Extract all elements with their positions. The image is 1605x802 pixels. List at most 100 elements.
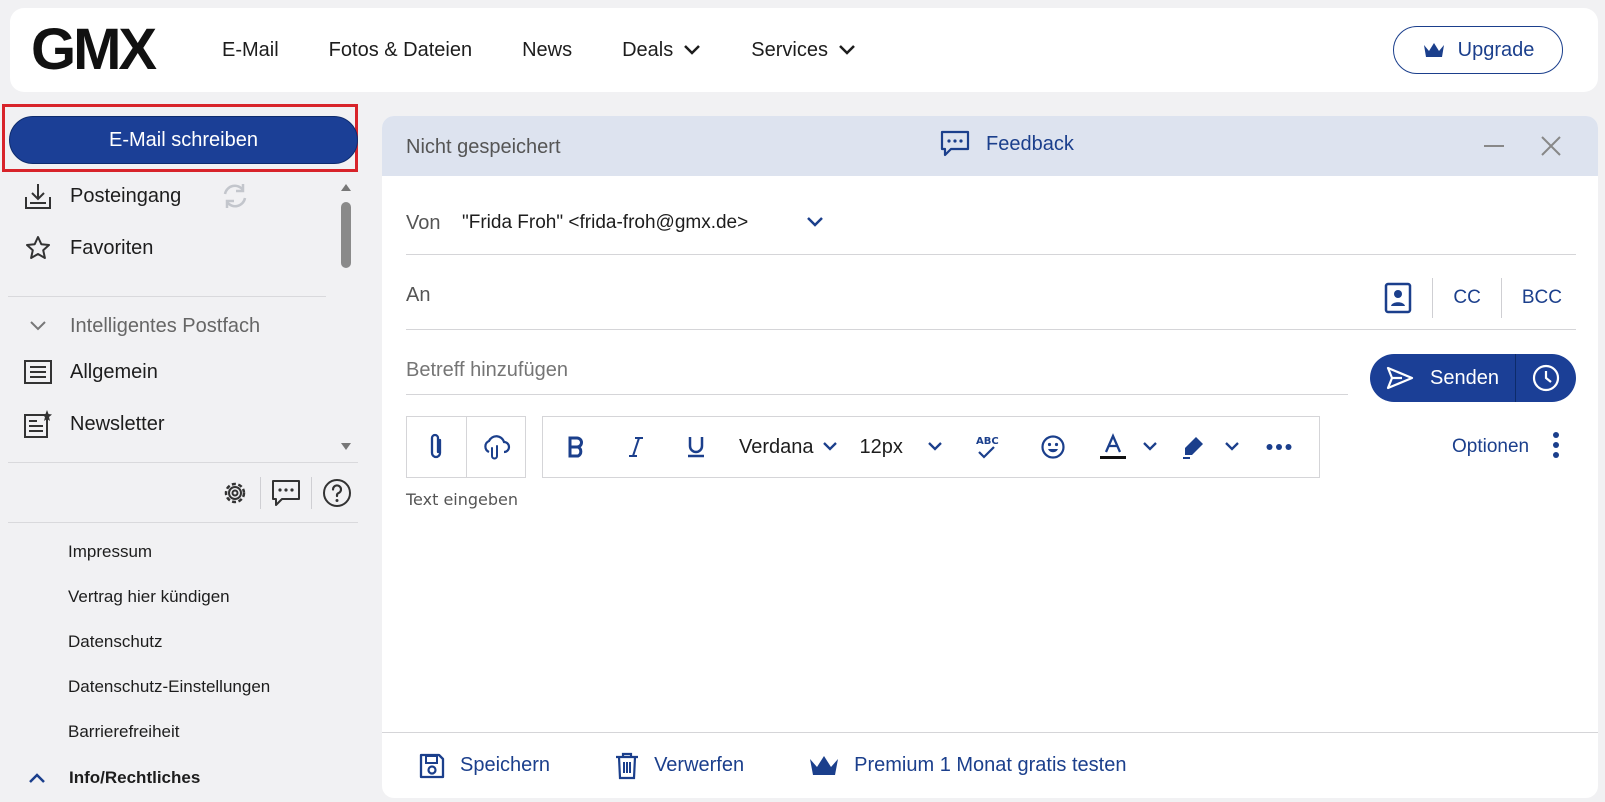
attachment-toolbar [406,416,526,478]
attach-file-button[interactable] [407,417,466,477]
text-color-icon [1099,433,1127,461]
refresh-icon[interactable] [219,182,251,210]
cc-button[interactable]: CC [1433,287,1500,309]
more-horizontal-icon [1266,443,1292,451]
close-button[interactable] [1537,132,1565,160]
smart-inbox-label: Intelligentes Postfach [70,314,261,337]
attach-cloud-button[interactable] [465,417,526,477]
folder-inbox[interactable]: Posteingang [22,180,251,212]
premium-trial-button[interactable]: Premium 1 Monat gratis testen [808,754,1126,778]
scroll-up-icon[interactable] [340,182,352,192]
text-color-dropdown[interactable] [1137,427,1163,467]
nav-email-label: E-Mail [222,38,279,61]
link-accessibility[interactable]: Barrierefreiheit [68,722,180,742]
emoji-button[interactable] [1033,427,1073,467]
chevron-down-icon [806,212,824,232]
nav-news[interactable]: News [522,39,572,62]
smart-inbox-toggle[interactable]: Intelligentes Postfach [22,310,260,342]
gmx-logo[interactable]: GMX [31,21,157,79]
minimize-icon [1482,134,1506,158]
compose-email-button[interactable]: E-Mail schreiben [9,116,358,164]
chevron-down-icon [683,44,701,56]
folder-list: Posteingang Favoriten Intelligentes Post… [0,176,370,460]
premium-trial-label: Premium 1 Monat gratis testen [854,754,1127,776]
highlight-color-button[interactable] [1173,427,1213,467]
nav-deals-label: Deals [622,38,674,61]
subject-input[interactable] [406,352,1326,388]
bold-icon [566,435,586,459]
upgrade-button[interactable]: Upgrade [1393,26,1563,74]
link-cancel-contract[interactable]: Vertrag hier kündigen [68,587,230,607]
top-navigation-bar: GMX E-Mail Fotos & Dateien News Deals Se… [10,8,1598,92]
highlight-color-dropdown[interactable] [1219,427,1245,467]
cloud-attach-icon [481,432,511,462]
italic-button[interactable] [617,427,655,467]
nav-photos-files[interactable]: Fotos & Dateien [329,39,472,62]
more-options-button[interactable] [1552,430,1560,460]
compose-window: Nicht gespeichert Feedback Von "Frida Fr… [382,116,1598,798]
folder-favorites[interactable]: Favoriten [22,232,153,264]
nav-deals[interactable]: Deals [622,39,701,62]
settings-button[interactable] [210,475,260,511]
save-draft-button[interactable]: Speichern [418,752,550,780]
underline-icon [685,434,707,460]
text-color-button[interactable] [1093,427,1133,467]
folder-inbox-label: Posteingang [70,184,182,207]
message-body-placeholder: Text eingeben [406,490,519,509]
compose-header: Nicht gespeichert Feedback [382,116,1598,176]
more-formatting-button[interactable] [1259,427,1299,467]
compose-email-label: E-Mail schreiben [109,128,258,151]
font-family-select[interactable]: Verdana [739,436,838,459]
chevron-down-icon [927,441,943,453]
feedback-button[interactable]: Feedback [940,130,1074,158]
bcc-button[interactable]: BCC [1502,287,1562,309]
field-divider [406,394,1348,395]
folder-general[interactable]: Allgemein [22,356,158,388]
font-size-select[interactable]: 12px [860,436,943,459]
sidebar-scrollbar[interactable] [338,182,354,454]
folder-newsletter[interactable]: Newsletter [22,408,164,440]
schedule-send-button[interactable] [1516,354,1576,402]
options-button[interactable]: Optionen [1452,436,1529,458]
link-privacy[interactable]: Datenschutz [68,632,163,652]
main-nav: E-Mail Fotos & Dateien News Deals Servic… [222,8,906,92]
from-dropdown[interactable] [806,212,824,232]
nav-email[interactable]: E-Mail [222,39,279,62]
underline-button[interactable] [677,427,715,467]
nav-services[interactable]: Services [751,39,856,62]
scrollbar-thumb[interactable] [341,202,351,268]
message-body[interactable]: Text eingeben [406,490,1576,710]
field-divider [406,329,1576,330]
link-privacy-settings[interactable]: Datenschutz-Einstellungen [68,677,270,697]
upgrade-label: Upgrade [1457,38,1535,61]
scroll-down-icon[interactable] [340,442,352,452]
sidebar-divider [8,296,326,297]
trash-icon [614,751,640,781]
from-address[interactable]: "Frida Froh" <frida-froh@gmx.de> [462,212,748,234]
clock-icon [1531,363,1561,393]
send-button[interactable]: Senden [1370,354,1515,402]
minimize-button[interactable] [1480,132,1508,160]
sidebar-tools [210,475,362,511]
discard-button[interactable]: Verwerfen [614,751,744,781]
help-icon [321,477,353,509]
star-icon [22,232,54,264]
inbox-icon [22,180,54,212]
font-size-value: 12px [859,435,903,458]
to-label: An [406,284,431,306]
address-book-button[interactable] [1384,282,1432,314]
more-vertical-icon [1552,430,1560,460]
chat-icon [270,478,302,508]
info-legal-toggle[interactable]: Info/Rechtliches [27,768,200,788]
spellcheck-button[interactable]: ABC [967,427,1007,467]
feedback-tool-button[interactable] [261,475,311,511]
compose-footer: Speichern Verwerfen Premium 1 Monat grat… [382,732,1598,798]
crown-icon [1422,41,1446,59]
bold-button[interactable] [557,427,595,467]
link-imprint[interactable]: Impressum [68,542,152,562]
folder-general-label: Allgemein [70,360,158,383]
chevron-down-icon [822,441,838,453]
save-draft-label: Speichern [460,754,551,776]
help-button[interactable] [312,475,362,511]
discard-label: Verwerfen [654,754,745,776]
